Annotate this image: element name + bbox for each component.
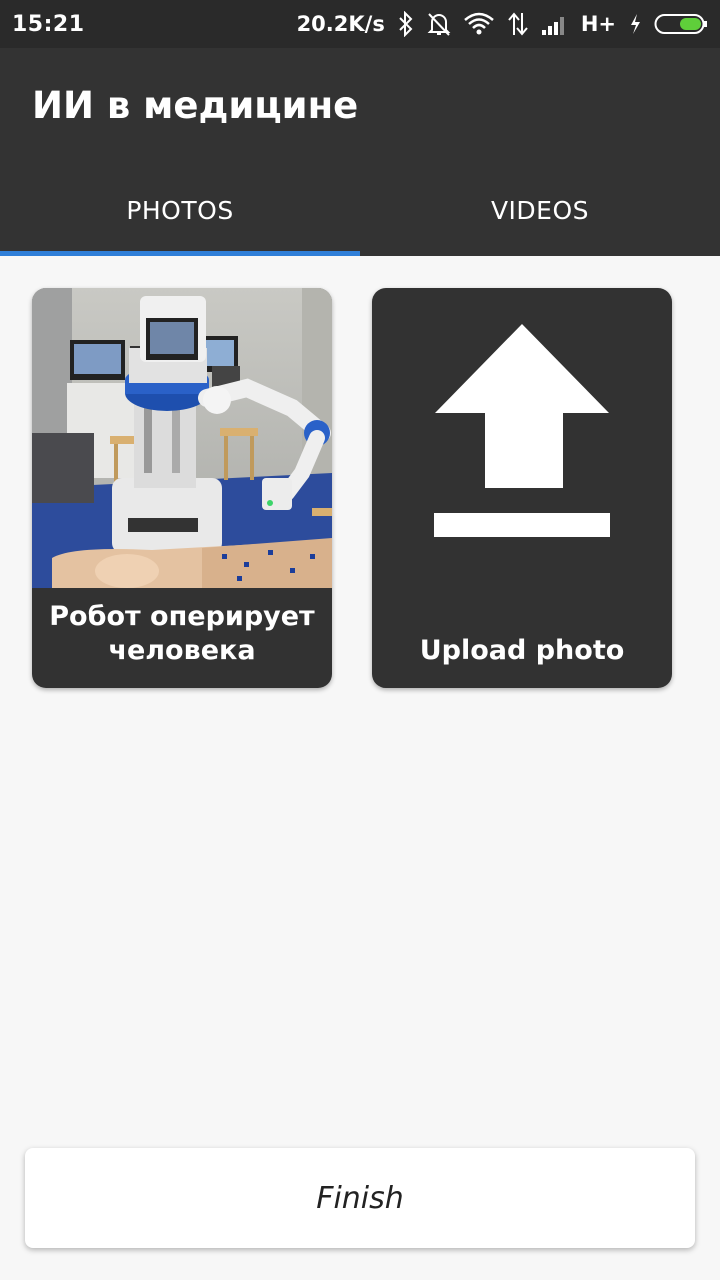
- finish-button[interactable]: Finish: [25, 1148, 695, 1248]
- network-type: H+: [580, 12, 616, 36]
- network-speed: 20.2K/s: [296, 12, 385, 36]
- charging-icon: [631, 14, 640, 34]
- upload-photo-card[interactable]: Upload photo: [372, 288, 672, 688]
- robot-surgery-photo: [32, 288, 332, 588]
- data-arrows-icon: [508, 12, 528, 36]
- tab-photos-label: PHOTOS: [126, 195, 234, 225]
- tab-videos-label: VIDEOS: [490, 195, 590, 225]
- tab-videos[interactable]: VIDEOS: [360, 164, 720, 256]
- app-bar: ИИ в медицине PHOTOS VIDEOS: [0, 48, 720, 256]
- tab-photos[interactable]: PHOTOS: [0, 164, 360, 256]
- photo-card[interactable]: Робот оперирует человека: [32, 288, 332, 688]
- status-time: 15:21: [12, 11, 85, 37]
- bell-off-icon: [427, 13, 451, 36]
- upload-icon: [434, 324, 610, 537]
- photo-card-label: Робот оперирует человека: [49, 601, 315, 666]
- battery-icon: [654, 14, 707, 34]
- wifi-icon: [464, 12, 494, 35]
- tab-indicator: [0, 251, 360, 256]
- signal-icon: [541, 17, 564, 35]
- status-icons: 20.2K/s H+: [297, 11, 708, 37]
- bluetooth-icon: [399, 11, 413, 37]
- status-bar: 15:21 20.2K/s H+: [0, 0, 720, 48]
- app-title: ИИ в медицине: [32, 84, 359, 127]
- upload-card-label: Upload photo: [419, 635, 625, 666]
